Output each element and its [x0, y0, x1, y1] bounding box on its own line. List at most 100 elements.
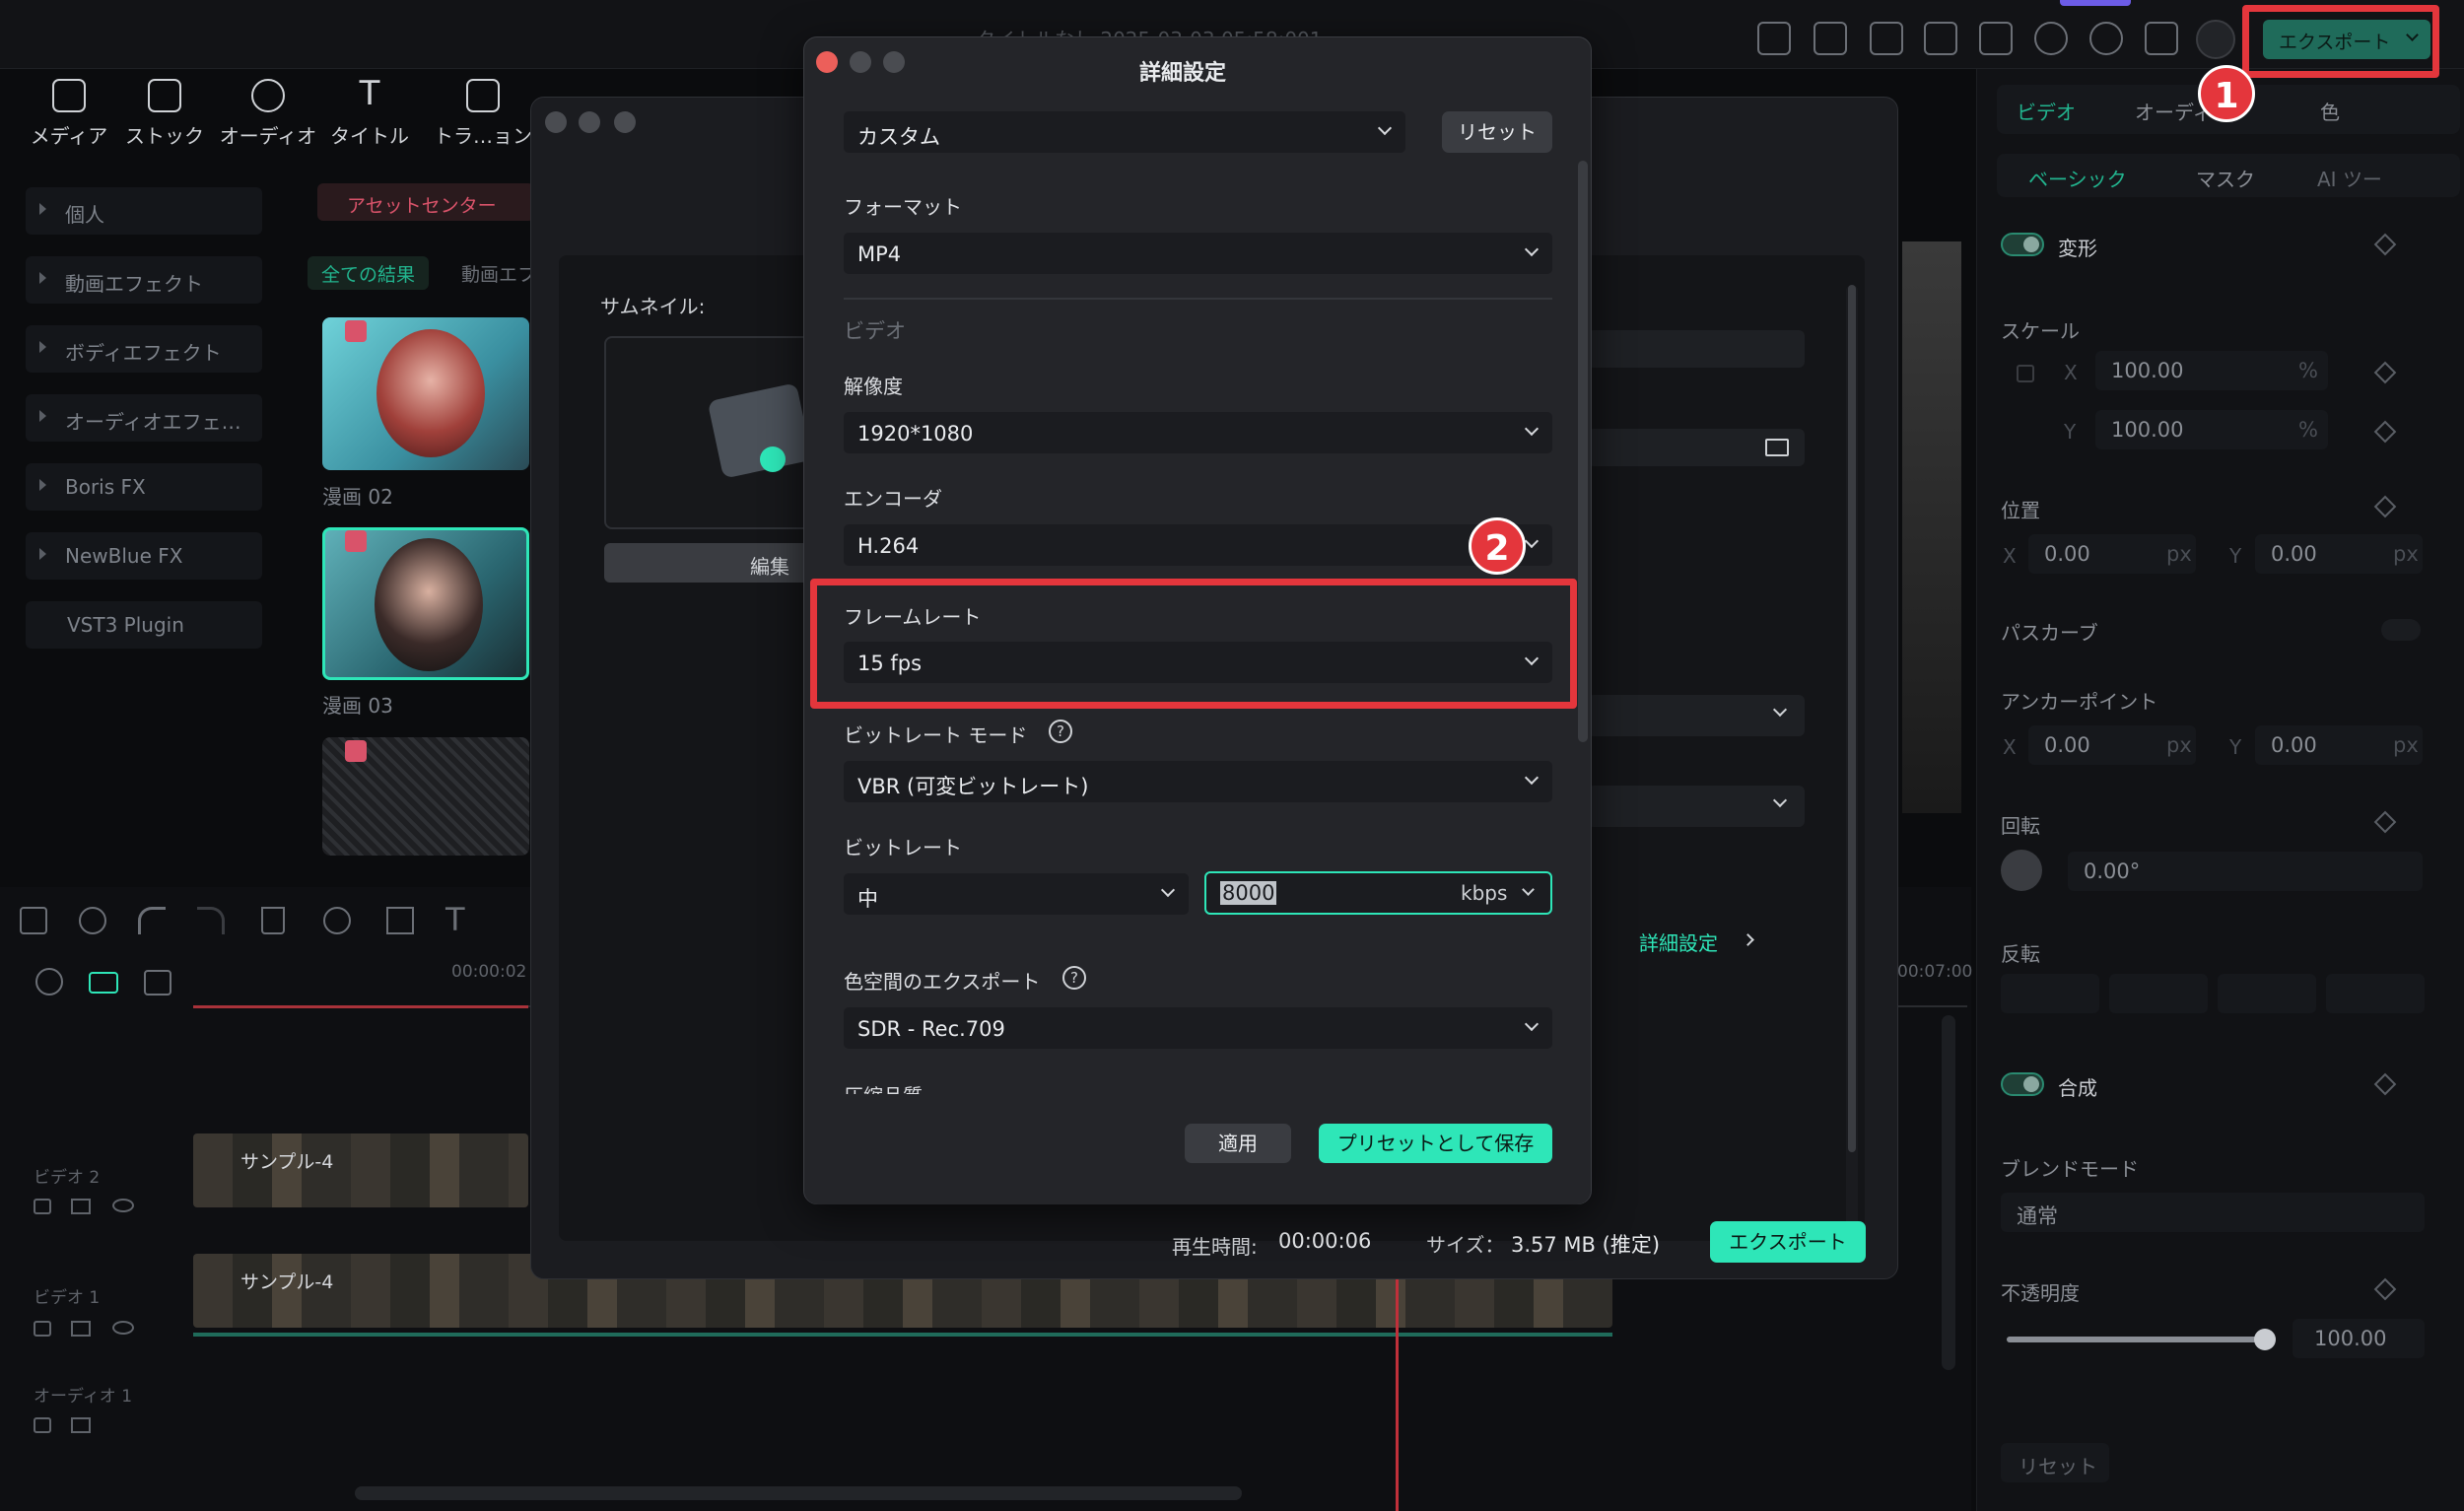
bitrate-mode-select[interactable]: VBR (可変ビットレート)	[844, 761, 1552, 802]
export-scrollbar[interactable]	[1846, 285, 1858, 1241]
clipboard-icon[interactable]	[1870, 22, 1903, 55]
toolbar-audio[interactable]: オーディオ	[219, 79, 317, 149]
window-close-button[interactable]	[545, 111, 567, 133]
advanced-settings-link[interactable]: 詳細設定	[1588, 924, 1805, 959]
grid-view-icon[interactable]	[20, 907, 47, 934]
keyframe-diamond-icon[interactable]	[2373, 1072, 2397, 1096]
flip-vertical-button[interactable]	[2109, 974, 2208, 1013]
dialog-minimize-button[interactable]	[850, 51, 871, 73]
filter-video-effects[interactable]: 動画エフ	[461, 260, 536, 287]
asset-center-button[interactable]: アセットセンター	[317, 183, 534, 221]
eye-icon[interactable]	[112, 1321, 134, 1335]
blend-mode-select[interactable]: 通常	[2001, 1193, 2425, 1232]
cut-icon[interactable]	[323, 907, 351, 934]
export-scroll-thumb[interactable]	[1848, 285, 1856, 1152]
format-select[interactable]: MP4	[844, 233, 1552, 274]
export-path-field[interactable]	[1588, 429, 1805, 466]
subtab-basic[interactable]: ベーシック	[2028, 164, 2127, 192]
panel-reset-button[interactable]: リセット	[2001, 1443, 2109, 1482]
select-tool-icon[interactable]	[79, 907, 106, 934]
avatar[interactable]	[2196, 20, 2235, 59]
scale-x-input[interactable]: 100.00 %	[2095, 351, 2328, 390]
opacity-input[interactable]: 100.00	[2293, 1319, 2425, 1358]
path-curve-toggle[interactable]	[2381, 619, 2421, 641]
grid-icon[interactable]	[2145, 22, 2178, 55]
subtab-ai-tools[interactable]: AI ツー	[2317, 164, 2382, 192]
keyframe-diamond-icon[interactable]	[2373, 810, 2397, 834]
window-zoom-button[interactable]	[614, 111, 636, 133]
undo-icon[interactable]	[138, 907, 166, 934]
help-icon[interactable]: ?	[1049, 720, 1072, 743]
rotate-cw-button[interactable]	[2218, 974, 2316, 1013]
encoder-select[interactable]: H.264	[844, 524, 1552, 566]
toolbar-transition[interactable]: トラ…ョン	[434, 79, 532, 149]
link-scale-icon[interactable]	[2017, 365, 2034, 382]
redo-icon[interactable]	[197, 907, 225, 934]
lock-icon[interactable]	[34, 1417, 51, 1433]
volume-icon[interactable]	[71, 1199, 91, 1214]
dialog-close-button[interactable]	[816, 51, 838, 73]
rotation-input[interactable]: 0.00°	[2068, 852, 2423, 891]
apply-button[interactable]: 適用	[1185, 1124, 1291, 1163]
keyframe-diamond-icon[interactable]	[2373, 495, 2397, 518]
layout-icon[interactable]	[1924, 22, 1957, 55]
timeline-vscrollbar[interactable]	[1942, 1015, 1955, 1370]
export-name-field[interactable]	[1588, 330, 1805, 368]
sidebar-item-audio-effects[interactable]: オーディオエフェ…	[26, 394, 262, 442]
window-minimize-button[interactable]	[579, 111, 600, 133]
delete-icon[interactable]	[261, 907, 285, 934]
keyframe-diamond-icon[interactable]	[2373, 420, 2397, 444]
export-select-1[interactable]	[1588, 695, 1805, 736]
cloud-upload-icon[interactable]	[2034, 22, 2068, 55]
keyframe-diamond-icon[interactable]	[2373, 1277, 2397, 1301]
colorspace-select[interactable]: SDR - Rec.709	[844, 1007, 1552, 1049]
transform-toggle[interactable]	[2001, 233, 2044, 256]
dialog-zoom-button[interactable]	[883, 51, 905, 73]
dialog-scrollbar[interactable]	[1578, 161, 1588, 742]
tab-color[interactable]: 色	[2320, 97, 2340, 125]
keyframe-diamond-icon[interactable]	[2373, 361, 2397, 384]
clip-video2[interactable]: サンプル-4	[193, 1133, 528, 1207]
scale-y-input[interactable]: 100.00 %	[2095, 410, 2328, 449]
rotate-ccw-button[interactable]	[2326, 974, 2425, 1013]
anchor-x-input[interactable]: 0.00 px	[2028, 725, 2196, 765]
position-x-input[interactable]: 0.00 px	[2028, 534, 2196, 574]
toolbar-media[interactable]: メディア	[30, 79, 108, 149]
save-icon[interactable]	[1979, 22, 2013, 55]
export-button[interactable]: エクスポート	[1710, 1221, 1866, 1263]
save-preset-button[interactable]: プリセットとして保存	[1319, 1124, 1552, 1163]
folder-icon[interactable]	[1765, 439, 1789, 456]
bitrate-value-input[interactable]: 8000 kbps	[1204, 871, 1552, 915]
eye-icon[interactable]	[112, 1199, 134, 1212]
preset-select[interactable]: カスタム	[844, 111, 1405, 153]
link-icon[interactable]	[35, 968, 63, 996]
text-tool-icon[interactable]: T	[445, 901, 465, 938]
timeline-scrollbar[interactable]	[355, 1486, 1242, 1500]
lock-icon[interactable]	[34, 1321, 51, 1337]
gift-icon[interactable]	[1757, 22, 1791, 55]
opacity-slider-knob[interactable]	[2254, 1329, 2276, 1350]
lock-icon[interactable]	[34, 1199, 51, 1214]
preset-reset-button[interactable]: リセット	[1442, 111, 1552, 153]
bitrate-level-select[interactable]: 中	[844, 873, 1189, 915]
composite-toggle[interactable]	[2001, 1072, 2044, 1096]
resolution-select[interactable]: 1920*1080	[844, 412, 1552, 453]
sidebar-item-personal[interactable]: 個人	[26, 187, 262, 235]
sidebar-item-vst3[interactable]: VST3 Plugin	[26, 601, 262, 649]
anchor-y-input[interactable]: 0.00 px	[2255, 725, 2423, 765]
keyframe-diamond-icon[interactable]	[2373, 233, 2397, 256]
crop-icon[interactable]	[386, 907, 414, 934]
sidebar-item-video-effects[interactable]: 動画エフェクト	[26, 256, 262, 304]
magnet-icon[interactable]	[89, 972, 118, 994]
toolbar-stock[interactable]: ストック	[125, 79, 204, 149]
sidebar-item-boris-fx[interactable]: Boris FX	[26, 463, 262, 511]
export-select-2[interactable]	[1588, 786, 1805, 827]
position-y-input[interactable]: 0.00 px	[2255, 534, 2423, 574]
headset-icon[interactable]	[2089, 22, 2123, 55]
filter-all[interactable]: 全ての結果	[308, 256, 430, 290]
volume-icon[interactable]	[71, 1417, 91, 1433]
tab-video[interactable]: ビデオ	[2017, 97, 2076, 125]
sidebar-item-body-effects[interactable]: ボディエフェクト	[26, 325, 262, 373]
sidebar-item-newblue-fx[interactable]: NewBlue FX	[26, 532, 262, 580]
subtab-mask[interactable]: マスク	[2196, 164, 2255, 192]
